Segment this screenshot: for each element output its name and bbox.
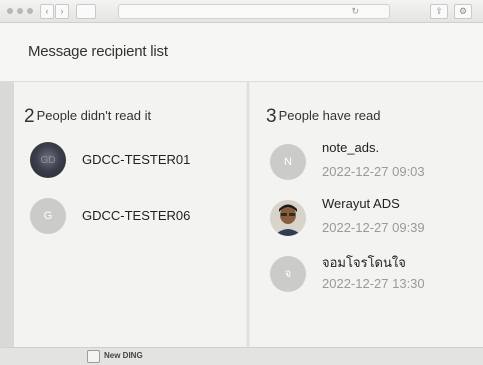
avatar: GD — [30, 142, 66, 178]
avatar: N — [270, 144, 306, 180]
browser-toolbar: ‹ › ↻ ⇧ ⚙ — [0, 0, 483, 23]
unread-count: 2 — [24, 106, 35, 127]
read-column: 3 People have read N note_ads. 2022-12-27… — [250, 82, 483, 347]
avatar-initial: GD — [40, 155, 56, 166]
read-person-item[interactable]: จ จอมโจรโดนใจ 2022-12-27 13:30 — [270, 254, 475, 298]
recipient-list-window: ‹ › ↻ ⇧ ⚙ Message recipient list 2 People… — [0, 0, 483, 365]
forward-button[interactable]: › — [55, 4, 69, 19]
read-count: 3 — [266, 106, 277, 127]
read-time: 2022-12-27 09:39 — [322, 220, 425, 235]
address-bar[interactable]: ↻ — [118, 4, 390, 19]
window-dot-icon[interactable] — [27, 8, 33, 14]
read-heading: 3 People have read — [266, 106, 381, 128]
avatar-initial: จ — [284, 268, 292, 280]
back-button[interactable]: ‹ — [40, 4, 54, 19]
read-time: 2022-12-27 13:30 — [322, 276, 425, 291]
reload-icon[interactable]: ↻ — [351, 5, 359, 18]
read-label: People have read — [278, 108, 381, 123]
unread-column: 2 People didn't read it GD GDCC-TESTER01 … — [14, 82, 246, 347]
read-person-item[interactable]: N note_ads. 2022-12-27 09:03 — [270, 140, 475, 186]
page-title: Message recipient list — [28, 43, 168, 60]
sidebar-toggle-icon[interactable] — [76, 4, 96, 19]
taskbar: New DING — [0, 347, 483, 365]
avatar-initial: G — [43, 210, 53, 222]
person-photo-icon — [270, 200, 306, 236]
taskbar-app-label[interactable]: New DING — [104, 351, 143, 360]
column-divider — [247, 82, 249, 347]
person-name: จอมโจรโดนใจ — [322, 255, 406, 270]
settings-icon[interactable]: ⚙ — [454, 4, 472, 19]
read-person-item[interactable]: Werayut ADS 2022-12-27 09:39 — [270, 196, 475, 242]
person-name: GDCC-TESTER06 — [82, 208, 191, 223]
avatar: จ — [270, 256, 306, 292]
person-name: Werayut ADS — [322, 196, 400, 211]
dialog-header: Message recipient list — [0, 23, 483, 82]
side-shade — [0, 82, 14, 347]
unread-person-item[interactable]: GD GDCC-TESTER01 — [30, 142, 240, 178]
read-time: 2022-12-27 09:03 — [322, 164, 425, 179]
app-icon[interactable] — [87, 350, 100, 363]
person-name: note_ads. — [322, 140, 380, 155]
avatar-initial: N — [284, 156, 292, 168]
avatar — [270, 200, 306, 236]
share-icon[interactable]: ⇧ — [430, 4, 448, 19]
person-name: GDCC-TESTER01 — [82, 152, 191, 167]
avatar: G — [30, 198, 66, 234]
unread-heading: 2 People didn't read it — [24, 106, 151, 128]
unread-person-item[interactable]: G GDCC-TESTER06 — [30, 198, 240, 234]
window-dot-icon[interactable] — [7, 8, 13, 14]
unread-label: People didn't read it — [36, 108, 152, 123]
window-dot-icon[interactable] — [17, 8, 23, 14]
